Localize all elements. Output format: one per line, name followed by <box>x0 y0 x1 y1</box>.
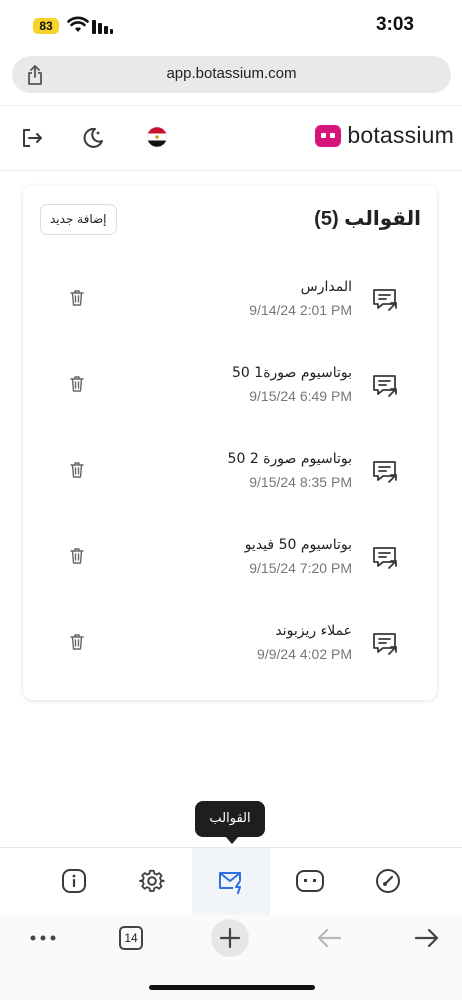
status-bar: 83 3:03 <box>0 0 462 52</box>
message-template-icon <box>373 547 397 569</box>
dashboard-gauge-icon[interactable] <box>375 868 401 894</box>
message-template-icon <box>373 375 397 397</box>
trash-icon[interactable] <box>69 375 85 393</box>
trash-icon[interactable] <box>69 289 85 307</box>
template-item[interactable]: عملاء ريزبوند 9/9/24 4:02 PM <box>23 619 437 679</box>
brand-name: botassium <box>347 122 454 148</box>
template-item[interactable]: بوتاسيوم صورة1 50 9/15/24 6:49 PM <box>23 361 437 421</box>
card-title: القوالب (5) <box>314 208 421 230</box>
back-arrow-icon[interactable] <box>316 928 342 948</box>
trash-icon[interactable] <box>69 461 85 479</box>
template-item[interactable]: بوتاسيوم صورة 2 50 9/15/24 8:35 PM <box>23 447 437 507</box>
logout-icon[interactable] <box>20 126 44 150</box>
template-name: عملاء ريزبوند <box>275 623 352 639</box>
template-date: 9/15/24 8:35 PM <box>249 474 352 490</box>
add-new-button[interactable]: إضافة جديد <box>40 204 117 235</box>
template-name: بوتاسيوم 50 فيديو <box>244 537 352 553</box>
template-name: بوتاسيوم صورة1 50 <box>231 365 352 381</box>
forward-arrow-icon[interactable] <box>414 928 440 948</box>
home-indicator <box>149 985 315 990</box>
more-options-icon[interactable] <box>30 935 56 941</box>
app-bottom-nav <box>0 847 462 916</box>
url-text[interactable]: app.botassium.com <box>12 65 451 82</box>
egypt-flag-icon[interactable] <box>146 126 168 148</box>
battery-indicator: 83 <box>33 18 59 34</box>
template-date: 9/15/24 7:20 PM <box>249 560 352 576</box>
template-item[interactable]: المدارس 9/14/24 2:01 PM <box>23 275 437 335</box>
signal-icon <box>92 20 113 34</box>
status-time: 3:03 <box>375 14 414 35</box>
nav-tooltip: القوالب <box>195 801 265 837</box>
message-template-icon <box>373 633 397 655</box>
templates-card: القوالب (5) إضافة جديد المدارس 9/14/24 2… <box>23 185 437 700</box>
template-date: 9/9/24 4:02 PM <box>257 646 352 662</box>
template-date: 9/14/24 2:01 PM <box>249 302 352 318</box>
bot-icon[interactable] <box>295 868 325 894</box>
app-header: botassium <box>0 105 462 171</box>
message-template-icon <box>373 289 397 311</box>
template-name: المدارس <box>300 279 352 295</box>
template-name: بوتاسيوم صورة 2 50 <box>227 451 352 467</box>
settings-gear-icon[interactable] <box>139 868 165 894</box>
template-date: 9/15/24 6:49 PM <box>249 388 352 404</box>
new-tab-button[interactable] <box>211 919 249 957</box>
address-bar[interactable]: app.botassium.com <box>12 56 451 93</box>
trash-icon[interactable] <box>69 547 85 565</box>
message-template-icon <box>373 461 397 483</box>
mail-flash-icon[interactable] <box>217 868 245 894</box>
tab-count-button[interactable]: 14 <box>119 926 143 950</box>
botassium-logo-icon <box>315 124 342 147</box>
trash-icon[interactable] <box>69 633 85 651</box>
template-item[interactable]: بوتاسيوم 50 فيديو 9/15/24 7:20 PM <box>23 533 437 593</box>
plus-icon <box>220 928 240 948</box>
brand-logo[interactable]: botassium <box>315 122 454 149</box>
info-icon[interactable] <box>61 868 87 894</box>
wifi-icon <box>67 16 89 32</box>
dark-mode-icon[interactable] <box>81 126 105 150</box>
tooltip-arrow <box>225 836 239 844</box>
